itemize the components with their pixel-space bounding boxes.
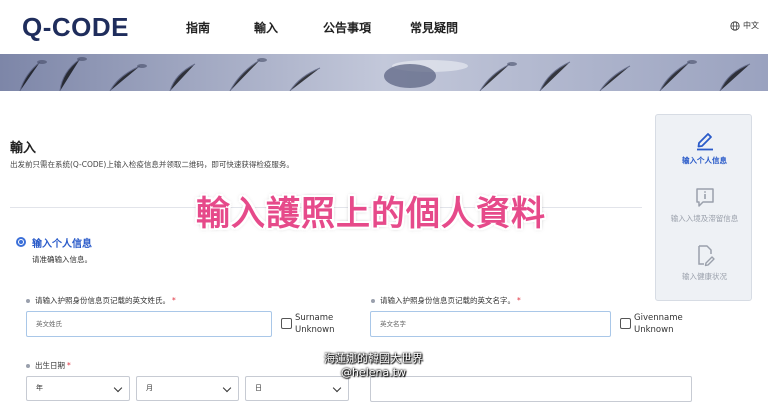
required-mark: * (67, 361, 71, 370)
step-health-status[interactable]: 输入健康状况 (656, 243, 753, 282)
chevron-down-icon (222, 383, 232, 393)
step-label: 输入健康状况 (682, 272, 727, 281)
progress-steps-panel: 输入个人信息 输入入境及滞留信息 输入健康状况 (655, 114, 752, 301)
bullet-icon (26, 364, 30, 368)
watermark-line2: @helena.tw (340, 366, 407, 379)
section-subtitle: 请准确输入信息。 (32, 255, 92, 264)
step-personal-info[interactable]: 输入个人信息 (656, 127, 753, 166)
logo-text: Q-CODE (22, 12, 129, 42)
surname-label: 请输入护照身份信息页记载的英文姓氏。 * (26, 295, 176, 306)
grass-banner-image (0, 54, 768, 91)
birth-year-select[interactable]: 年 (26, 376, 130, 401)
givenname-input[interactable]: 英文名字 (370, 311, 611, 337)
surname-input[interactable]: 英文姓氏 (26, 311, 272, 337)
section-title: 输入个人信息 (32, 239, 92, 250)
nav-faq[interactable]: 常見疑問 (410, 19, 458, 36)
q-code-logo[interactable]: Q-CODE (22, 12, 129, 42)
birth-year-value: 年 (36, 384, 43, 392)
page-title: 輸入 (10, 141, 37, 156)
birth-month-select[interactable]: 月 (136, 376, 239, 401)
bullet-icon (26, 299, 30, 303)
chevron-down-icon (332, 383, 342, 393)
surname-unknown-label: Surname Unknown (295, 313, 335, 335)
overlay-caption: 輸入護照上的個人資料 (196, 194, 546, 234)
step-label: 输入入境及滞留信息 (670, 214, 739, 223)
birth-month-value: 月 (146, 384, 153, 392)
birthdate-label: 出生日期 * (26, 360, 71, 371)
globe-icon (730, 20, 740, 31)
pencil-icon (696, 133, 713, 151)
nav-input[interactable]: 輸入 (254, 19, 278, 36)
givenname-unknown-checkbox[interactable] (620, 318, 631, 329)
nav-announcements[interactable]: 公告事項 (323, 19, 371, 36)
givenname-unknown-label: Givenname Unknown (634, 313, 683, 335)
watermark: 海蓮娜的韓國大世界 @helena.tw (324, 352, 423, 380)
chevron-down-icon (113, 383, 123, 393)
givenname-label: 请输入护照身份信息页记载的英文名字。 * (371, 295, 521, 306)
watermark-line1: 海蓮娜的韓國大世界 (324, 352, 423, 365)
page-description: 出发前只需在系统(Q-CODE)上输入检疫信息并领取二维码，即可快速获得检疫服务… (10, 160, 294, 169)
required-mark: * (172, 296, 176, 305)
step-label: 输入个人信息 (682, 156, 727, 165)
section-indicator-icon (16, 237, 26, 247)
document-edit-icon (697, 245, 715, 267)
language-selector[interactable]: 中文 (730, 20, 759, 31)
hero-banner (0, 54, 768, 91)
top-header: Q-CODE 指南 輸入 公告事項 常見疑問 中文 (0, 0, 768, 54)
surname-unknown-checkbox[interactable] (281, 318, 292, 329)
step-entry-info[interactable]: 输入入境及滞留信息 (656, 185, 753, 224)
language-label: 中文 (743, 21, 759, 30)
info-icon (695, 188, 714, 207)
bullet-icon (371, 299, 375, 303)
birth-day-value: 日 (255, 384, 262, 392)
required-mark: * (517, 296, 521, 305)
nav-guide[interactable]: 指南 (186, 19, 210, 36)
